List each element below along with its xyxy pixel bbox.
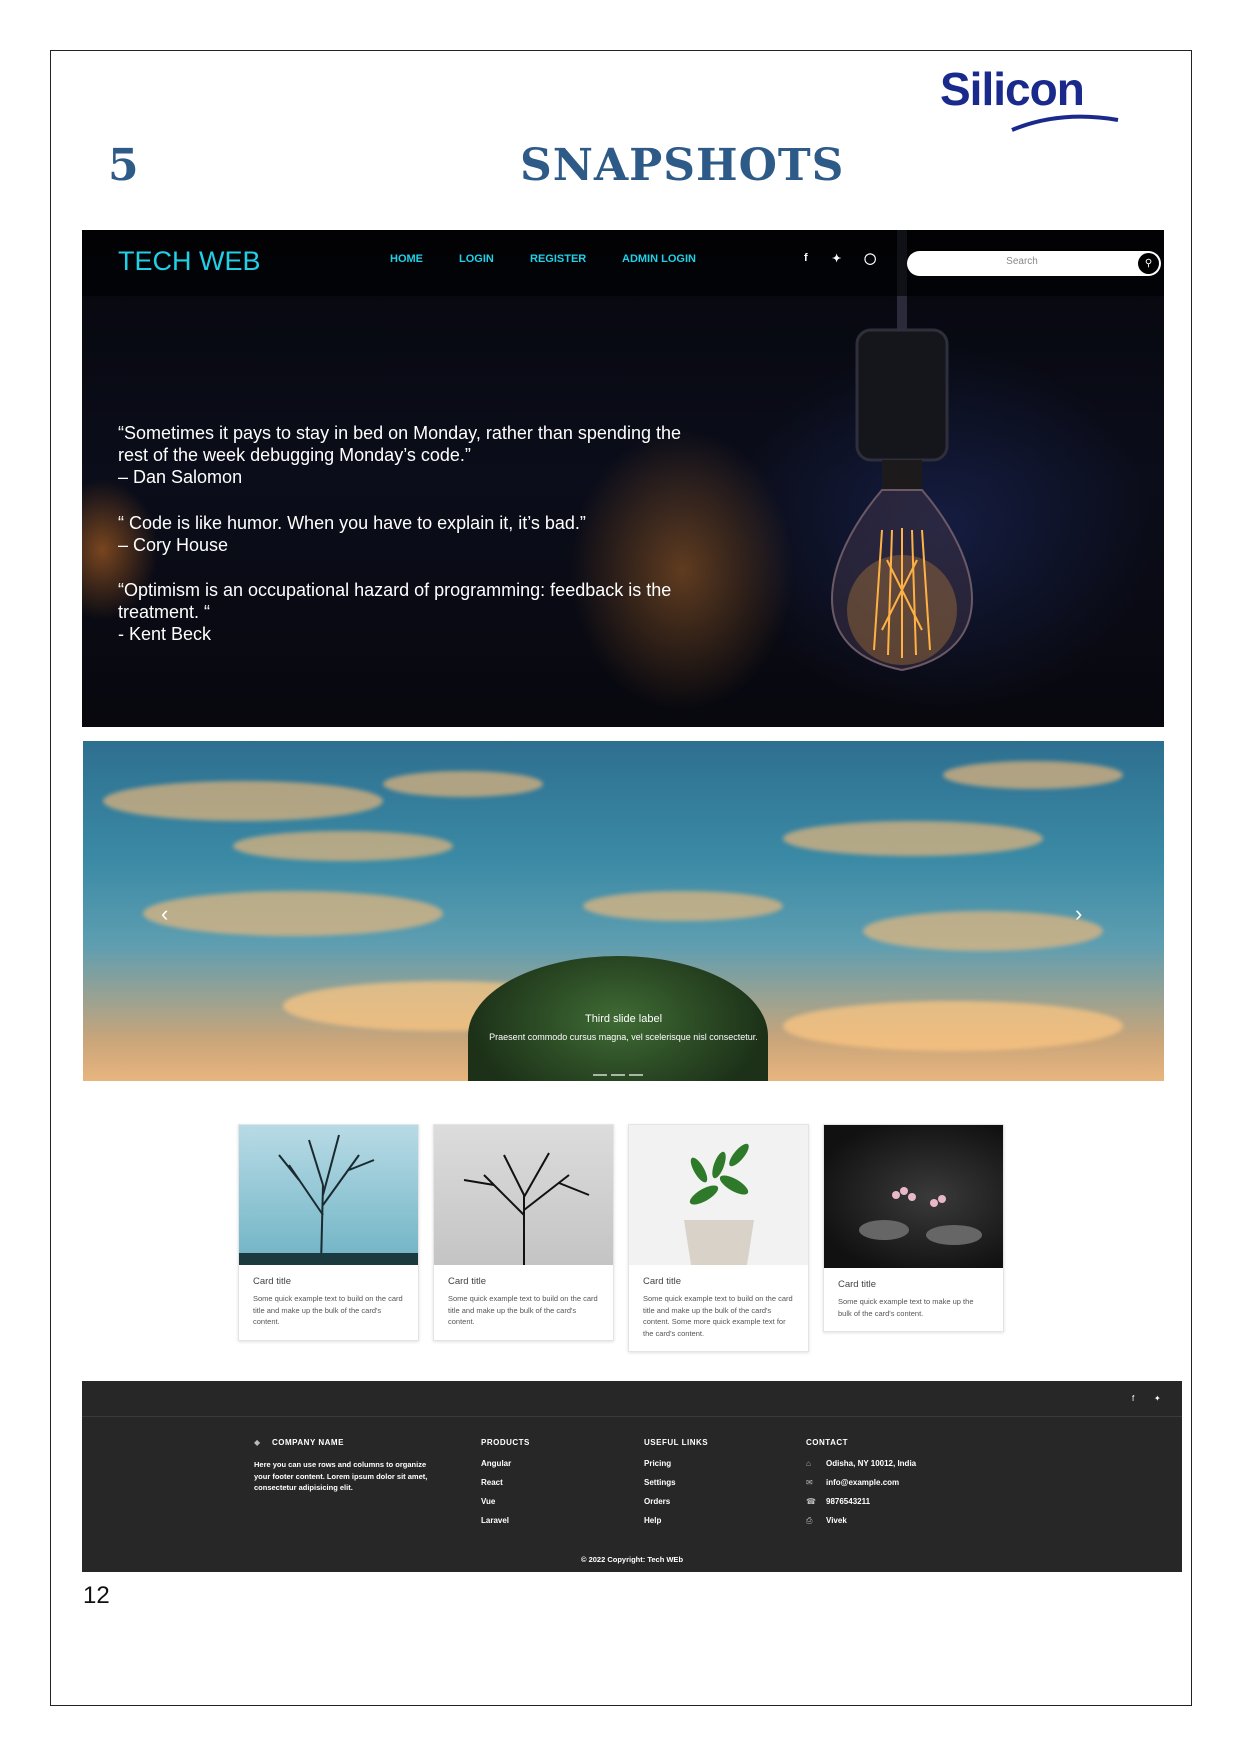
- flower-image: [824, 1125, 1003, 1268]
- home-icon: ⌂: [806, 1459, 811, 1468]
- footer-social-bar: f ✦: [82, 1381, 1182, 1417]
- quote-2-line1: “ Code is like humor. When you have to e…: [118, 513, 586, 533]
- printer-icon: ⎙: [806, 1516, 813, 1525]
- quote-3-line2: treatment. “: [118, 602, 211, 622]
- quote-2: “ Code is like humor. When you have to e…: [118, 512, 758, 556]
- carousel-indicators[interactable]: [591, 1063, 645, 1081]
- nav-login[interactable]: LOGIN: [459, 253, 494, 265]
- footer-product-link[interactable]: Angular: [481, 1459, 511, 1468]
- footer-company-heading: COMPANY NAME: [272, 1438, 344, 1447]
- search-input[interactable]: Search ⚲: [907, 251, 1161, 276]
- site-footer: f ✦ ◆ COMPANY NAME Here you can use rows…: [82, 1381, 1182, 1572]
- contact-address: Odisha, NY 10012, India: [826, 1459, 917, 1468]
- image-carousel: ‹ › Third slide label Praesent commodo c…: [83, 741, 1164, 1081]
- card-2-text: Some quick example text to build on the …: [448, 1294, 598, 1326]
- footer-contact-heading: CONTACT: [806, 1438, 849, 1447]
- gem-icon: ◆: [254, 1438, 261, 1447]
- navbar: TECH WEB HOME LOGIN REGISTER ADMIN LOGIN…: [82, 230, 1164, 296]
- card-2-title: Card title: [448, 1276, 487, 1287]
- search-placeholder: Search: [1006, 256, 1038, 267]
- quote-1-author: – Dan Salomon: [118, 467, 243, 487]
- logo-swoosh-icon: [1011, 114, 1119, 132]
- quote-3-author: - Kent Beck: [118, 624, 212, 644]
- card-2[interactable]: Card title Some quick example text to bu…: [433, 1124, 614, 1341]
- footer-useful-link[interactable]: Help: [644, 1516, 661, 1525]
- nav-home[interactable]: HOME: [390, 253, 423, 265]
- footer-links-heading: USEFUL LINKS: [644, 1438, 709, 1447]
- twitter-icon[interactable]: ✦: [832, 252, 841, 265]
- footer-twitter-icon[interactable]: ✦: [1154, 1394, 1161, 1403]
- card-4-title: Card title: [838, 1279, 877, 1290]
- instagram-icon[interactable]: ◯: [864, 252, 876, 265]
- quote-3: “Optimism is an occupational hazard of p…: [118, 579, 758, 645]
- light-bulb-image: [762, 230, 1042, 727]
- quote-1-line1: “Sometimes it pays to stay in bed on Mon…: [118, 423, 681, 443]
- contact-phone: 9876543211: [826, 1497, 871, 1506]
- contact-email[interactable]: info@example.com: [826, 1478, 899, 1487]
- silicon-logo: Silicon: [940, 62, 1130, 140]
- footer-product-link[interactable]: Vue: [481, 1497, 495, 1506]
- card-3-title: Card title: [643, 1276, 682, 1287]
- quote-2-author: – Cory House: [118, 535, 229, 555]
- phone-icon: ☎: [806, 1497, 816, 1506]
- footer-useful-link[interactable]: Settings: [644, 1478, 676, 1487]
- chapter-number: 5: [108, 140, 139, 191]
- footer-useful-link[interactable]: Orders: [644, 1497, 670, 1506]
- card-1[interactable]: Card title Some quick example text to bu…: [238, 1124, 419, 1341]
- card-3[interactable]: Card title Some quick example text to bu…: [628, 1124, 809, 1352]
- slide-label: Third slide label: [584, 1013, 663, 1025]
- card-4[interactable]: Card title Some quick example text to ma…: [823, 1124, 1004, 1332]
- brand-logo[interactable]: TECH WEB: [118, 246, 261, 277]
- quote-1-line2: rest of the week debugging Monday’s code…: [118, 445, 471, 465]
- footer-copyright: © 2022 Copyright: Tech WEb: [580, 1555, 684, 1564]
- nav-register[interactable]: REGISTER: [530, 253, 586, 265]
- footer-product-link[interactable]: Laravel: [481, 1516, 509, 1525]
- potted-plant-image: [629, 1125, 808, 1265]
- black-tree-image: [434, 1125, 613, 1265]
- slide-caption: Praesent commodo cursus magna, vel scele…: [489, 1032, 758, 1042]
- bare-tree-image: [239, 1125, 418, 1265]
- footer-facebook-icon[interactable]: f: [1132, 1394, 1134, 1403]
- footer-company-text: Here you can use rows and columns to org…: [254, 1460, 428, 1492]
- footer-product-link[interactable]: React: [481, 1478, 503, 1487]
- contact-name: Vivek: [826, 1516, 847, 1525]
- search-icon[interactable]: ⚲: [1138, 253, 1159, 274]
- card-1-title: Card title: [253, 1276, 292, 1287]
- quote-1: “Sometimes it pays to stay in bed on Mon…: [118, 422, 758, 488]
- page-number: 12: [83, 1582, 110, 1609]
- footer-useful-link[interactable]: Pricing: [644, 1459, 671, 1468]
- envelope-icon: ✉: [806, 1478, 813, 1487]
- carousel-prev-icon[interactable]: ‹: [161, 901, 168, 927]
- website-hero: TECH WEB HOME LOGIN REGISTER ADMIN LOGIN…: [82, 230, 1164, 727]
- card-4-text: Some quick example text to make up the b…: [838, 1297, 974, 1318]
- facebook-icon[interactable]: f: [804, 252, 808, 264]
- chapter-title: SNAPSHOTS: [520, 140, 845, 191]
- card-3-text: Some quick example text to build on the …: [643, 1294, 793, 1338]
- card-1-text: Some quick example text to build on the …: [253, 1294, 403, 1326]
- footer-products-heading: PRODUCTS: [481, 1438, 530, 1447]
- nav-admin-login[interactable]: ADMIN LOGIN: [622, 253, 696, 265]
- carousel-next-icon[interactable]: ›: [1075, 901, 1082, 927]
- quote-3-line1: “Optimism is an occupational hazard of p…: [118, 580, 672, 600]
